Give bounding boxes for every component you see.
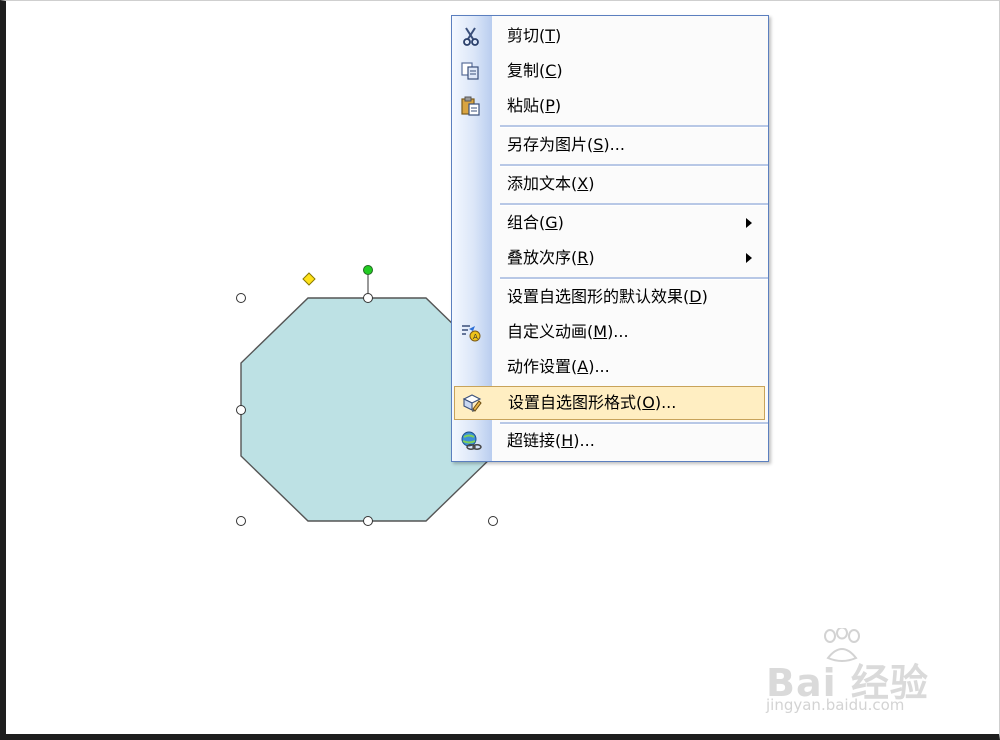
submenu-arrow-icon	[746, 253, 752, 263]
menu-item-custom-animation[interactable]: A 自定义动画(M)...	[452, 315, 768, 349]
scissors-icon	[463, 27, 479, 46]
menu-item-group[interactable]: 组合(G)	[452, 206, 768, 240]
menu-item-action-settings[interactable]: 动作设置(A)...	[452, 350, 768, 384]
context-menu: 剪切(T) 复制(C) 粘贴(P) 另存为图片(S)... 添加文本(X) 组合…	[451, 15, 769, 462]
menu-item-save-as-picture[interactable]: 另存为图片(S)...	[452, 128, 768, 162]
hyperlink-icon	[461, 431, 482, 450]
menu-item-label: 设置自选图形格式(O)...	[508, 393, 677, 412]
submenu-arrow-icon	[746, 218, 752, 228]
menu-item-label: 超链接(H)...	[507, 431, 595, 450]
menu-item-label: 复制(C)	[507, 61, 563, 80]
rotation-handle[interactable]	[363, 265, 373, 275]
menu-item-format-autoshape[interactable]: 设置自选图形格式(O)...	[454, 386, 765, 420]
paste-icon	[461, 96, 480, 116]
resize-handle-middle-left[interactable]	[236, 405, 246, 415]
svg-text:A: A	[473, 333, 478, 341]
menu-item-paste[interactable]: 粘贴(P)	[452, 89, 768, 123]
menu-item-label: 叠放次序(R)	[507, 248, 595, 267]
resize-handle-bottom-middle[interactable]	[363, 516, 373, 526]
menu-item-hyperlink[interactable]: 超链接(H)...	[452, 424, 768, 458]
menu-item-label: 添加文本(X)	[507, 174, 595, 193]
format-shape-icon	[462, 394, 482, 412]
custom-animation-icon: A	[462, 325, 481, 342]
menu-item-label: 自定义动画(M)...	[507, 322, 629, 341]
menu-item-order[interactable]: 叠放次序(R)	[452, 241, 768, 275]
menu-item-label: 另存为图片(S)...	[507, 135, 625, 154]
resize-handle-top-left[interactable]	[236, 293, 246, 303]
menu-item-label: 组合(G)	[507, 213, 564, 232]
menu-item-label: 剪切(T)	[507, 26, 562, 45]
menu-item-copy[interactable]: 复制(C)	[452, 54, 768, 88]
menu-item-add-text[interactable]: 添加文本(X)	[452, 167, 768, 201]
adjust-handle[interactable]	[302, 272, 316, 286]
resize-handle-bottom-right[interactable]	[488, 516, 498, 526]
menu-item-cut[interactable]: 剪切(T)	[452, 19, 768, 53]
resize-handle-bottom-left[interactable]	[236, 516, 246, 526]
resize-handle-top-middle[interactable]	[363, 293, 373, 303]
menu-item-set-default-shape-effect[interactable]: 设置自选图形的默认效果(D)	[452, 280, 768, 314]
baidu-watermark: Bai 经验 jingyan.baidu.com	[760, 628, 960, 720]
menu-item-label: 动作设置(A)...	[507, 357, 610, 376]
copy-icon	[461, 62, 479, 80]
watermark-url: jingyan.baidu.com	[766, 696, 905, 714]
menu-item-label: 粘贴(P)	[507, 96, 562, 115]
menu-item-label: 设置自选图形的默认效果(D)	[507, 287, 708, 306]
